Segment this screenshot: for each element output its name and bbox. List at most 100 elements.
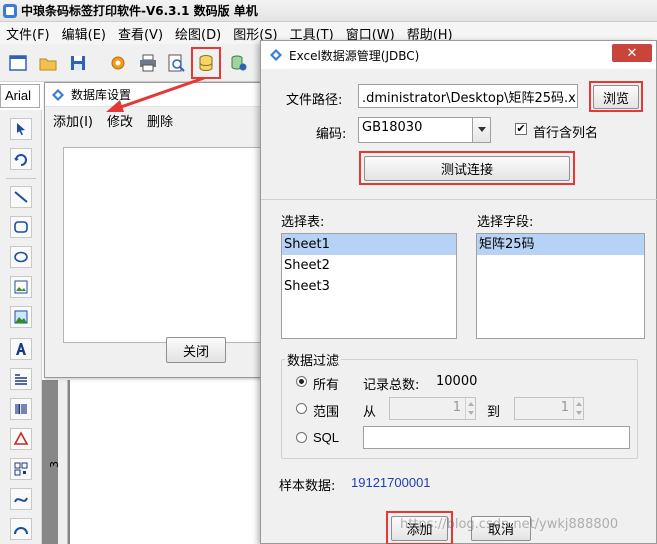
dialog-app-icon xyxy=(52,88,64,101)
menu-view[interactable]: 查看(V) xyxy=(112,24,169,43)
spinner-arrows-icon[interactable] xyxy=(465,398,475,419)
qrcode-icon xyxy=(14,462,28,476)
qrcode-tool-button[interactable] xyxy=(10,458,32,480)
sample-data-label: 样本数据: xyxy=(279,479,336,494)
paragraph-tool-button[interactable] xyxy=(10,368,32,390)
filter-all-radio[interactable] xyxy=(296,376,307,387)
line-tool-button[interactable] xyxy=(10,186,32,208)
settings-button[interactable] xyxy=(106,51,130,75)
table-row-sheet1[interactable]: Sheet1 xyxy=(282,234,456,255)
annotation-arrow xyxy=(106,76,205,112)
database-link-icon xyxy=(231,55,247,71)
select-field-label: 选择字段: xyxy=(477,215,534,230)
landscape-icon xyxy=(14,310,28,324)
select-table-label: 选择表: xyxy=(281,215,325,230)
picture-icon xyxy=(14,280,28,294)
arc-tool-button[interactable] xyxy=(10,518,32,540)
add-menu-item[interactable]: 添加(I) xyxy=(53,111,93,130)
encoding-value: GB18030 xyxy=(362,120,423,135)
open-button[interactable] xyxy=(36,51,60,75)
ellipse-icon xyxy=(14,251,28,263)
database-connect-button[interactable] xyxy=(226,51,250,75)
filter-sql-radio[interactable] xyxy=(296,432,307,443)
text-a-icon xyxy=(16,343,26,355)
print-preview-button[interactable] xyxy=(164,51,188,75)
watermark: https://blog.csdn.net/ywkj888800 xyxy=(400,517,619,532)
file-path-input[interactable]: .dministrator\Desktop\矩阵25码.xls xyxy=(358,84,578,108)
spinner-arrows-icon[interactable] xyxy=(573,398,583,419)
sql-input[interactable] xyxy=(363,426,630,449)
print-button[interactable] xyxy=(136,51,160,75)
range-from-label: 从 xyxy=(363,405,377,420)
new-window-icon xyxy=(9,55,27,71)
select-tool-button[interactable] xyxy=(10,118,32,140)
range-from-value: 1 xyxy=(452,400,461,415)
rotate-tool-button[interactable] xyxy=(10,148,32,170)
range-to-input[interactable]: 1 xyxy=(514,397,584,420)
table-row-sheet3[interactable]: Sheet3 xyxy=(282,276,456,297)
table-listbox[interactable]: Sheet1 Sheet2 Sheet3 xyxy=(281,233,457,339)
arc-icon xyxy=(14,527,28,535)
filter-range-label: 范围 xyxy=(313,405,340,420)
curve-icon xyxy=(14,497,28,503)
new-document-button[interactable] xyxy=(6,51,30,75)
close-button[interactable]: 关闭 xyxy=(166,337,226,363)
menu-file[interactable]: 文件(F) xyxy=(0,24,56,43)
rotate-icon xyxy=(14,154,27,166)
encoding-select[interactable]: GB18030 xyxy=(358,117,491,143)
table-row-sheet2[interactable]: Sheet2 xyxy=(282,255,456,276)
printer-icon xyxy=(140,54,156,72)
image-tool-button[interactable] xyxy=(10,276,32,298)
filter-range-radio[interactable] xyxy=(296,403,307,414)
divider xyxy=(261,199,657,200)
chevron-down-icon[interactable] xyxy=(472,118,490,142)
record-count-value: 10000 xyxy=(436,374,478,389)
save-disk-icon xyxy=(71,56,85,70)
save-button[interactable] xyxy=(66,51,90,75)
line-icon xyxy=(14,191,28,203)
polygon-tool-button[interactable] xyxy=(10,428,32,450)
sample-data-value: 19121700001 xyxy=(351,475,431,490)
filter-all-label: 所有 xyxy=(313,378,340,393)
label-paper[interactable] xyxy=(70,380,260,544)
dialog-app-icon xyxy=(270,49,282,61)
app-titlebar: 中琅条码标签打印软件-V6.3.1 数码版 单机 xyxy=(0,0,657,22)
polygon-icon xyxy=(13,431,29,445)
range-from-input[interactable]: 1 xyxy=(389,397,476,420)
ellipse-tool-button[interactable] xyxy=(10,246,32,268)
rectangle-tool-button[interactable] xyxy=(10,216,32,238)
menu-draw[interactable]: 绘图(D) xyxy=(169,24,227,43)
text-tool-button[interactable] xyxy=(10,338,32,360)
data-filter-caption: 数据过滤 xyxy=(285,350,342,369)
first-row-header-checkbox[interactable]: ✔ xyxy=(515,123,527,135)
range-to-label: 到 xyxy=(487,405,501,420)
barcode-tool-button[interactable] xyxy=(10,398,32,420)
range-to-value: 1 xyxy=(560,400,569,415)
database-settings-dialog: 数据库设置 添加(I) 修改 删除 关闭 xyxy=(44,82,264,378)
record-count-label: 记录总数: xyxy=(363,378,420,393)
rounded-rectangle-icon xyxy=(14,221,28,233)
font-name-combo[interactable]: Arial xyxy=(0,84,40,108)
gear-icon xyxy=(111,56,125,70)
cursor-arrow-icon xyxy=(17,123,25,136)
drawing-toolbar xyxy=(0,110,42,544)
dialog-title: Excel数据源管理(JDBC) xyxy=(289,48,420,63)
encoding-label: 编码: xyxy=(316,127,347,142)
app-logo-icon xyxy=(3,3,17,18)
barcode-icon xyxy=(15,404,27,414)
field-listbox[interactable]: 矩阵25码 xyxy=(476,233,645,339)
paragraph-text-icon xyxy=(15,374,27,385)
file-path-label: 文件路径: xyxy=(286,93,343,108)
datasource-list[interactable] xyxy=(63,147,263,343)
close-icon[interactable]: ✕ xyxy=(612,44,652,62)
curve-tool-button[interactable] xyxy=(10,488,32,510)
app-title: 中琅条码标签打印软件-V6.3.1 数码版 单机 xyxy=(21,4,258,18)
browse-button[interactable]: 浏览 xyxy=(593,85,639,109)
menu-edit[interactable]: 编辑(E) xyxy=(56,24,112,43)
folder-open-icon xyxy=(39,58,57,71)
first-row-header-label: 首行含列名 xyxy=(533,126,599,141)
landscape-image-tool-button[interactable] xyxy=(10,306,32,328)
field-row[interactable]: 矩阵25码 xyxy=(477,234,644,255)
test-connection-button[interactable]: 测试连接 xyxy=(364,156,570,181)
filter-sql-label: SQL xyxy=(313,430,340,445)
